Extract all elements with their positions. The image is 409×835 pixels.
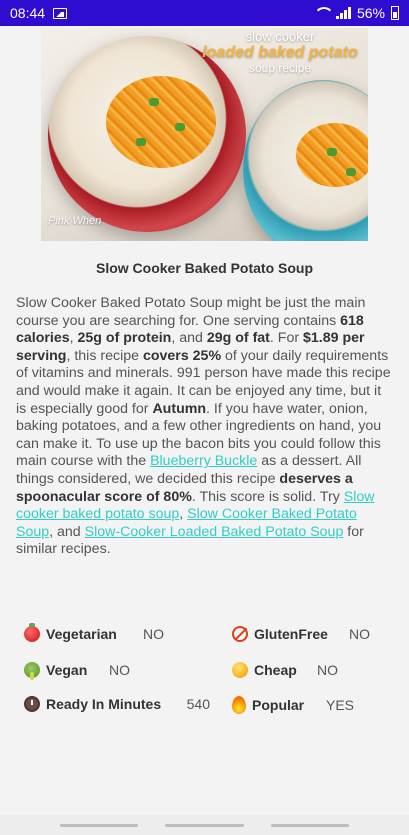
hero-caption: slow cooker loaded baked potato soup rec…	[200, 29, 360, 75]
property-label: Ready In Minutes	[46, 696, 162, 712]
watermark: Pink When	[48, 215, 102, 227]
summary-text: ,	[69, 330, 78, 347]
broccoli-icon	[24, 662, 40, 680]
property-label: Cheap	[254, 662, 297, 678]
property-popular: Popular YES	[232, 696, 354, 714]
status-bar: 08:44 56%	[0, 0, 409, 26]
recipe-title: Slow Cooker Baked Potato Soup	[95, 260, 314, 276]
property-cheap: Cheap NO	[232, 662, 338, 678]
property-label: Vegan	[46, 662, 88, 678]
chive	[346, 168, 356, 176]
property-label: Popular	[252, 697, 305, 713]
cheese-topping	[106, 76, 216, 168]
battery-percent: 56%	[356, 5, 385, 21]
property-value: 540	[186, 696, 210, 712]
nav-pill[interactable]	[271, 824, 349, 827]
battery-icon	[391, 6, 399, 20]
summary-fat: 29g of fat	[206, 330, 270, 347]
summary-covers: covers 25%	[142, 347, 222, 364]
summary-text: , this recipe	[66, 347, 143, 364]
signal-icon	[335, 7, 351, 19]
recipe-summary: Slow Cooker Baked Potato Soup might be j…	[16, 295, 393, 559]
property-value: NO	[143, 626, 164, 642]
image-icon	[53, 7, 68, 19]
clock-icon	[24, 696, 40, 712]
property-ready-in-minutes: Ready In Minutes 540	[24, 696, 210, 712]
property-label: Vegetarian	[46, 626, 117, 642]
status-right: 56%	[314, 5, 399, 21]
fire-icon	[232, 696, 246, 714]
wifi-icon	[314, 7, 330, 19]
status-time: 08:44	[10, 5, 46, 21]
coin-icon	[232, 662, 248, 678]
chive	[136, 138, 146, 146]
nav-pill[interactable]	[165, 824, 244, 827]
caption-line1: slow cooker	[245, 29, 315, 44]
property-value: YES	[325, 697, 354, 713]
summary-text: , and	[49, 523, 85, 540]
summary-text: Slow Cooker Baked Potato Soup might be j…	[16, 295, 366, 329]
system-nav-bar	[0, 815, 409, 835]
blueberry-buckle-link[interactable]: Blueberry Buckle	[150, 453, 257, 469]
no-gluten-icon	[232, 626, 248, 642]
summary-text: . For	[269, 330, 304, 347]
summary-text: . This score is solid. Try	[191, 488, 344, 505]
property-value: NO	[349, 626, 370, 642]
property-vegetarian: Vegetarian NO	[24, 623, 164, 642]
property-vegan: Vegan NO	[24, 662, 130, 680]
property-label: GlutenFree	[254, 626, 328, 642]
summary-protein: 25g of protein	[77, 330, 172, 347]
tomato-icon	[24, 623, 40, 642]
summary-text: , and	[171, 330, 207, 347]
chive	[149, 98, 159, 106]
chive	[327, 148, 337, 156]
nav-pill[interactable]	[60, 824, 138, 827]
property-value: NO	[317, 662, 338, 678]
caption-line2: loaded baked potato	[202, 44, 358, 62]
status-left: 08:44	[10, 5, 68, 21]
property-glutenfree: GlutenFree NO	[232, 626, 370, 642]
summary-season: Autumn	[152, 400, 207, 417]
summary-text: ,	[179, 506, 188, 523]
similar-recipe-link-3[interactable]: Slow-Cooker Loaded Baked Potato Soup	[85, 524, 344, 540]
recipe-hero-image: slow cooker loaded baked potato soup rec…	[41, 28, 368, 241]
chive	[175, 123, 185, 131]
caption-line3: soup recipe	[248, 60, 312, 75]
property-value: NO	[109, 662, 130, 678]
